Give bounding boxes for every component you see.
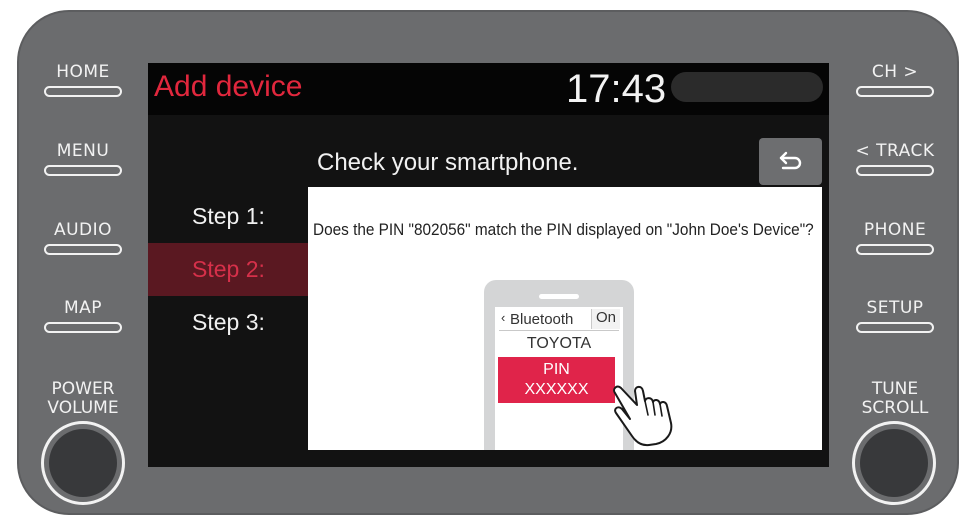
pin-confirm-illustration: PIN XXXXXX	[498, 357, 615, 403]
phone-screen: ‹ Bluetooth On TOYOTA PIN XXXXXX	[495, 307, 623, 450]
volume-label: VOLUME	[47, 398, 119, 418]
audio-button-bar[interactable]	[44, 244, 122, 255]
audio-button[interactable]: AUDIO	[38, 220, 128, 255]
bluetooth-state: On	[591, 309, 620, 329]
pin-question: Does the PIN "802056" match the PIN disp…	[313, 221, 814, 239]
ch-label: CH >	[871, 62, 919, 82]
setup-button-bar[interactable]	[856, 322, 934, 333]
back-button[interactable]	[759, 138, 822, 185]
knob-cap	[860, 429, 928, 497]
tapping-hand-icon	[613, 385, 673, 447]
tune-scroll-label: TUNE SCROLL	[840, 380, 950, 418]
tune-label: TUNE	[871, 379, 919, 399]
setup-button[interactable]: SETUP	[850, 298, 940, 333]
pin-label: PIN	[543, 361, 570, 378]
step-3-item: Step 3:	[192, 309, 265, 335]
instruction-text: Check your smartphone.	[317, 149, 579, 176]
power-volume-label: POWER VOLUME	[28, 380, 138, 418]
step-2-item: Step 2:	[148, 243, 308, 296]
device-name: TOYOTA	[526, 335, 592, 352]
map-label: MAP	[63, 298, 103, 318]
ch-next-button[interactable]: CH >	[850, 62, 940, 97]
track-label: < TRACK	[855, 141, 935, 161]
map-button-bar[interactable]	[44, 322, 122, 333]
map-button[interactable]: MAP	[38, 298, 128, 333]
scroll-label: SCROLL	[861, 398, 929, 418]
phone-label: PHONE	[863, 220, 927, 240]
return-arrow-icon	[779, 151, 802, 170]
menu-label: MENU	[56, 141, 110, 161]
menu-button-bar[interactable]	[44, 165, 122, 176]
phone-button-bar[interactable]	[856, 244, 934, 255]
track-button-bar[interactable]	[856, 165, 934, 176]
pin-code: XXXXXX	[524, 381, 589, 398]
phone-button[interactable]: PHONE	[850, 220, 940, 255]
home-button-bar[interactable]	[44, 86, 122, 97]
ch-button-bar[interactable]	[856, 86, 934, 97]
power-volume-knob[interactable]	[41, 421, 125, 505]
chevron-left-icon: ‹	[501, 310, 506, 325]
step-1-item: Step 1:	[192, 203, 265, 229]
page-title: Add device	[154, 70, 303, 103]
tune-scroll-knob[interactable]	[852, 421, 936, 505]
menu-button[interactable]: MENU	[38, 141, 128, 176]
knob-cap	[49, 429, 117, 497]
track-prev-button[interactable]: < TRACK	[850, 141, 940, 176]
bluetooth-row: ‹ Bluetooth On	[499, 309, 620, 331]
display-screen: Add device 17:43 Check your smartphone. …	[148, 63, 829, 467]
bluetooth-label: Bluetooth	[510, 311, 574, 328]
home-button[interactable]: HOME	[38, 62, 128, 97]
phone-speaker	[539, 294, 579, 299]
audio-label: AUDIO	[53, 220, 113, 240]
status-indicator-area	[671, 72, 823, 102]
clock: 17:43	[566, 67, 667, 111]
home-label: HOME	[56, 62, 110, 82]
status-bar: Add device 17:43	[148, 63, 829, 115]
power-label: POWER	[51, 379, 115, 399]
content-panel: Does the PIN "802056" match the PIN disp…	[308, 187, 822, 450]
setup-label: SETUP	[866, 298, 924, 318]
